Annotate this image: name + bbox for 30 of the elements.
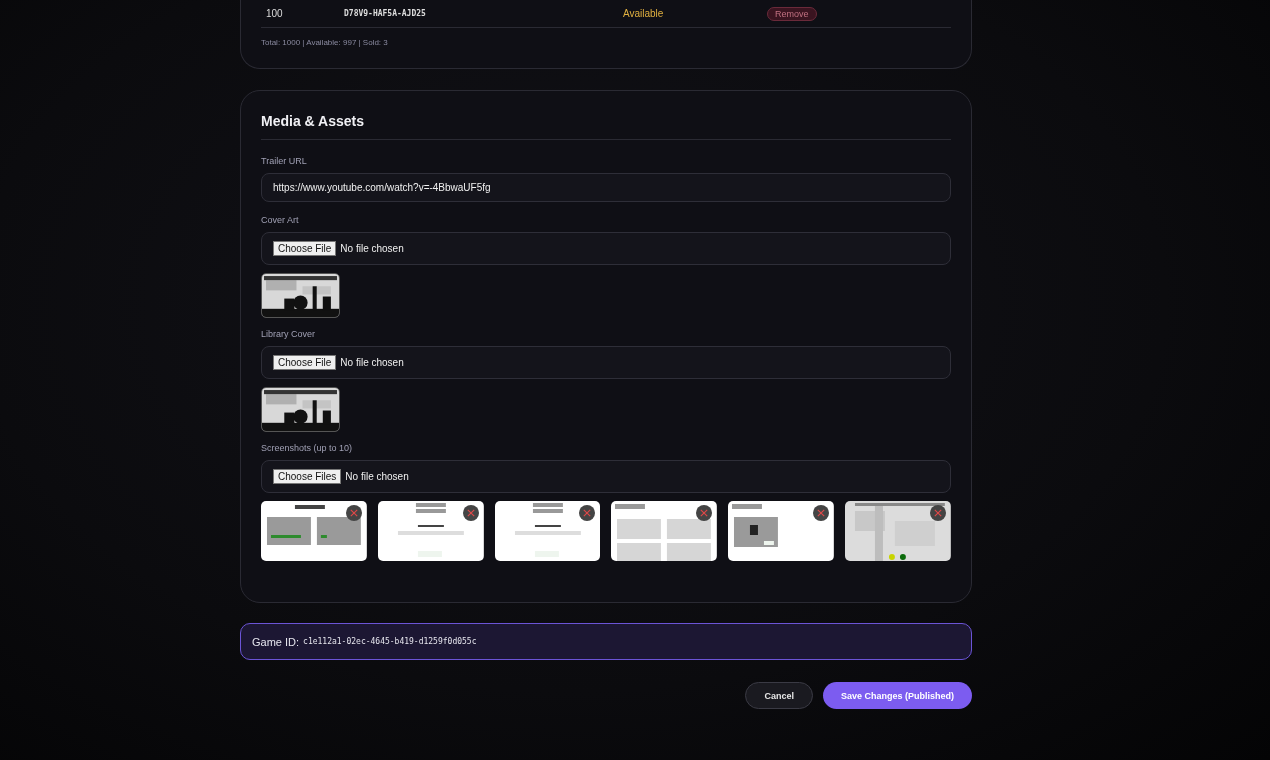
key-status: Available	[623, 8, 665, 19]
cancel-button[interactable]: Cancel	[745, 682, 813, 709]
file-field[interactable]: Choose File No file chosen	[261, 346, 951, 379]
file-status: No file chosen	[345, 471, 409, 482]
url-field[interactable]: https://www.youtube.com/watch?v=-4BbwaUF5fg	[261, 173, 951, 202]
choose-file-button[interactable]: Choose File	[273, 355, 337, 370]
field-label: Library Cover	[261, 329, 317, 339]
file-status: No file chosen	[340, 357, 404, 368]
close-icon	[583, 509, 592, 517]
close-icon	[700, 509, 709, 517]
key-summary: Total: 1000 | Available: 997 | Sold: 3	[261, 38, 389, 47]
field-label: Trailer URL	[261, 156, 308, 166]
close-icon	[817, 509, 826, 517]
remove-button[interactable]: Remove	[767, 6, 817, 21]
key-number: 100	[265, 8, 284, 19]
file-field[interactable]: Choose File No file chosen	[261, 232, 951, 265]
close-icon	[349, 509, 358, 517]
key-code: D78V9-HAF5A-AJD25	[344, 9, 427, 18]
close-icon	[466, 509, 475, 517]
game-id-label: Game ID:	[252, 635, 300, 648]
game-id-value: c1e112a1-02ec-4645-b419-d1259f0d055c	[303, 637, 477, 646]
section-title: Media & Assets	[261, 113, 951, 140]
close-icon	[933, 509, 942, 517]
save-button[interactable]: Save Changes (Published)	[822, 682, 972, 709]
field-label: Screenshots (up to 10)	[261, 443, 354, 453]
field-label: Cover Art	[261, 215, 300, 225]
file-status: No file chosen	[340, 243, 404, 254]
file-field[interactable]: Choose Files No file chosen	[261, 460, 951, 493]
choose-file-button[interactable]: Choose File	[273, 241, 337, 256]
choose-file-button[interactable]: Choose Files	[273, 469, 342, 484]
